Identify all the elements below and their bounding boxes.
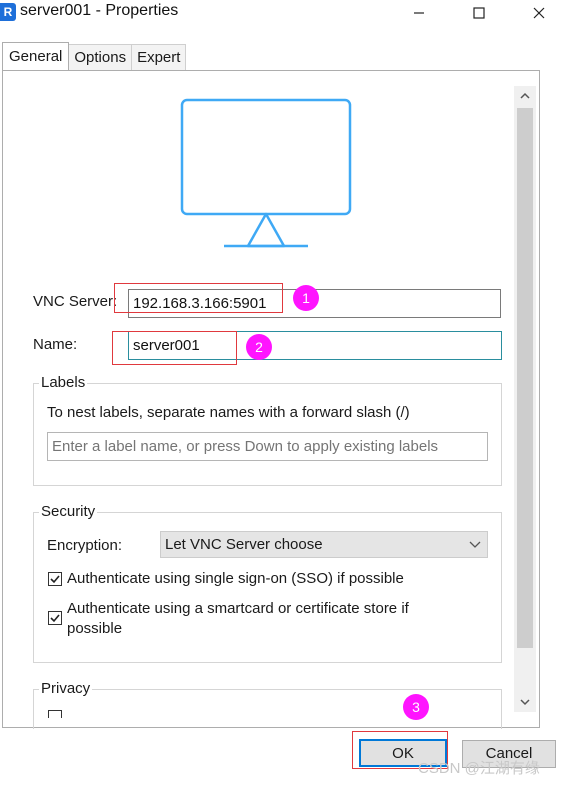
monitor-icon <box>180 98 352 248</box>
annotation-badge-1: 1 <box>293 285 319 311</box>
maximize-icon <box>473 7 485 19</box>
annotation-badge-3: 3 <box>403 694 429 720</box>
close-icon <box>533 7 545 19</box>
privacy-group-title: Privacy <box>39 680 93 697</box>
vnc-viewer-app-icon: R <box>0 3 16 21</box>
vnc-server-label: VNC Server: <box>33 293 118 310</box>
sso-checkbox[interactable] <box>48 572 62 586</box>
minimize-icon <box>414 12 424 14</box>
smartcard-checkbox-label[interactable]: Authenticate using a smartcard or certif… <box>67 599 467 639</box>
scroll-down-button[interactable] <box>514 692 536 712</box>
minimize-button[interactable] <box>396 0 442 26</box>
encryption-select-value: Let VNC Server choose <box>165 536 323 553</box>
chevron-down-icon <box>520 699 530 706</box>
checkmark-icon <box>50 614 60 623</box>
name-label: Name: <box>33 336 78 353</box>
scroll-up-button[interactable] <box>514 86 536 106</box>
privacy-group <box>33 689 502 729</box>
labels-group-title: Labels <box>39 374 88 391</box>
tab-expert[interactable]: Expert <box>131 44 187 70</box>
annotation-badge-2: 2 <box>246 334 272 360</box>
security-group-title: Security <box>39 503 98 520</box>
checkmark-icon <box>50 575 60 584</box>
watermark: CSDN @江湖有缘 <box>418 760 540 777</box>
labels-hint-text: To nest labels, separate names with a fo… <box>47 404 410 421</box>
chevron-up-icon <box>520 92 530 99</box>
highlight-box-name <box>112 331 237 365</box>
tab-general[interactable]: General <box>2 42 70 70</box>
encryption-select[interactable]: Let VNC Server choose <box>160 531 488 558</box>
tab-strip: General Options Expert <box>2 42 187 71</box>
window-title: server001 - Properties <box>20 2 179 19</box>
sso-checkbox-label[interactable]: Authenticate using single sign-on (SSO) … <box>67 569 487 589</box>
maximize-button[interactable] <box>456 0 502 26</box>
title-bar: R server001 - Properties <box>0 0 571 30</box>
scroll-thumb[interactable] <box>517 108 533 648</box>
privacy-checkbox[interactable] <box>48 710 62 718</box>
tab-options[interactable]: Options <box>68 44 133 70</box>
vertical-scrollbar[interactable] <box>514 86 536 712</box>
highlight-box-vnc-server <box>114 283 283 313</box>
close-button[interactable] <box>516 0 562 26</box>
chevron-down-icon <box>469 532 481 565</box>
smartcard-checkbox[interactable] <box>48 611 62 625</box>
label-name-input[interactable]: Enter a label name, or press Down to app… <box>47 432 488 461</box>
encryption-label: Encryption: <box>47 537 123 554</box>
